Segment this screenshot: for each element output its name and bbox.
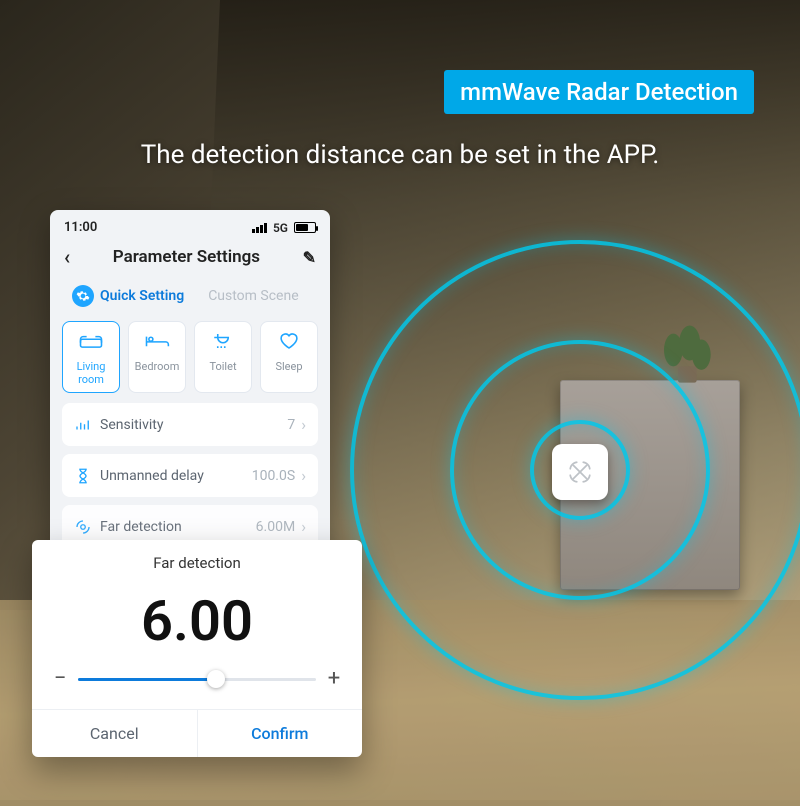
tab-custom-label: Custom Scene [208,288,298,304]
phone-mockup: 11:00 5G ‹ Parameter Settings ✎ Quick Se… [50,210,330,560]
slider-track [78,678,216,681]
row-value: 7 [287,417,295,433]
far-detection-popup: Far detection 6.00 − + Cancel Confirm [32,540,362,757]
shower-icon [209,330,237,352]
gear-icon [72,285,94,307]
edit-icon[interactable]: ✎ [303,248,316,267]
room-plant [650,310,720,390]
tab-quick-label: Quick Setting [100,288,184,304]
row-sensitivity[interactable]: Sensitivity 7 › [62,403,318,446]
row-label: Unmanned delay [100,468,204,484]
screen-header: ‹ Parameter Settings ✎ [50,239,330,281]
minus-button[interactable]: − [52,666,68,691]
popup-value: 6.00 [32,580,362,666]
scene-sleep[interactable]: Sleep [260,321,318,393]
scene-living-room[interactable]: Living room [62,321,120,393]
row-value: 100.0S [252,468,295,484]
tabs: Quick Setting Custom Scene [50,281,330,321]
chevron-right-icon: › [301,415,306,434]
feature-badge: mmWave Radar Detection [444,70,754,114]
chevron-right-icon: › [301,517,306,536]
scene-cards: Living room Bedroom Toilet Sleep [50,321,330,403]
signal-bars-icon [252,223,267,233]
popup-title: Far detection [32,540,362,580]
slider-row: − + [32,666,362,709]
confirm-button[interactable]: Confirm [198,710,363,757]
row-label: Far detection [100,519,182,535]
tab-quick-setting[interactable]: Quick Setting [64,281,192,311]
row-value: 6.00M [256,519,296,535]
sensor-icon [567,459,593,485]
back-icon[interactable]: ‹ [64,245,70,269]
scene-toilet[interactable]: Toilet [194,321,252,393]
sofa-icon [77,330,105,352]
heart-icon [275,330,303,352]
slider-thumb[interactable] [207,670,225,688]
row-unmanned-delay[interactable]: Unmanned delay 100.0S › [62,454,318,497]
battery-icon [294,222,316,233]
chevron-right-icon: › [301,466,306,485]
status-time: 11:00 [64,220,97,235]
scene-label: Bedroom [133,360,181,373]
scene-label: Living room [67,360,115,386]
distance-slider[interactable] [78,669,316,689]
radar-icon [74,518,92,536]
popup-actions: Cancel Confirm [32,709,362,757]
bed-icon [143,330,171,352]
bars-icon [74,416,92,434]
cancel-button[interactable]: Cancel [32,710,198,757]
headline-text: The detection distance can be set in the… [50,140,750,170]
tab-custom-scene[interactable]: Custom Scene [200,284,306,308]
status-network: 5G [273,221,288,235]
sensor-device [552,444,608,500]
plus-button[interactable]: + [326,666,342,691]
hourglass-icon [74,467,92,485]
status-bar: 11:00 5G [50,210,330,239]
scene-label: Sleep [265,360,313,373]
scene-bedroom[interactable]: Bedroom [128,321,186,393]
screen-title: Parameter Settings [113,247,260,267]
scene-label: Toilet [199,360,247,373]
row-label: Sensitivity [100,417,163,433]
